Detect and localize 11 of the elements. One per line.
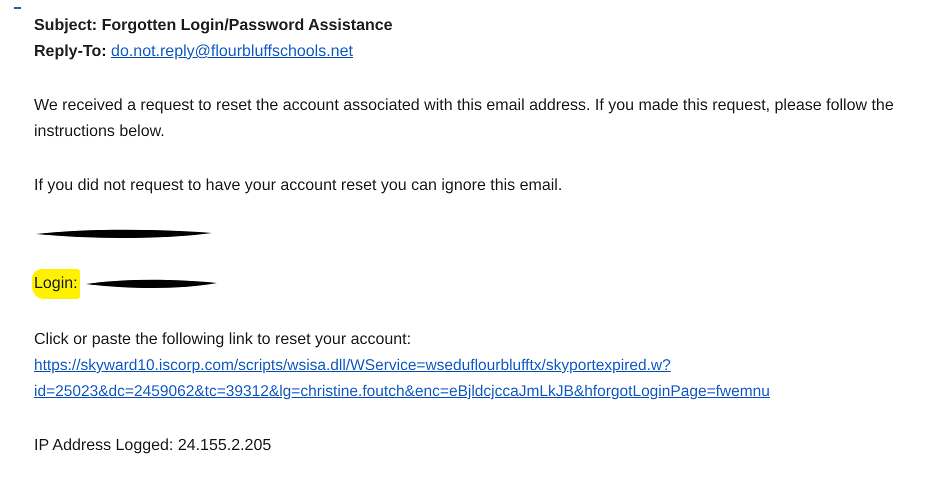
corner-mark xyxy=(14,7,21,9)
login-label: Login: xyxy=(32,269,80,299)
reset-link[interactable]: https://skyward10.iscorp.com/scripts/wsisa.dll/WService=wseduflourblufftx/skyportexpired.w? xyxy=(34,357,671,374)
email-subject: Subject: Forgotten Login/Password Assistance xyxy=(34,16,393,36)
message-paragraph: If you did not request to have your account reset you can ignore this email. xyxy=(34,176,564,196)
ip-address-text: IP Address Logged: 24.155.2.205 xyxy=(34,436,272,456)
link-instruction: Click or paste the following link to reset your account: xyxy=(34,330,412,350)
reply-to-label: Reply-To: xyxy=(34,42,107,62)
reply-to-link[interactable]: do.not.reply@flourbluffschools.net xyxy=(111,39,353,65)
message-paragraph: We received a request to reset the account associated with this email address. If you made this request, please follow the instructions below. xyxy=(34,96,895,142)
reset-link[interactable]: id=25023&dc=2459062&tc=39312&lg=christine.foutch&enc=eBjldcjccaJmLkJB&hforgotLoginPage=fwemnu xyxy=(34,383,770,400)
